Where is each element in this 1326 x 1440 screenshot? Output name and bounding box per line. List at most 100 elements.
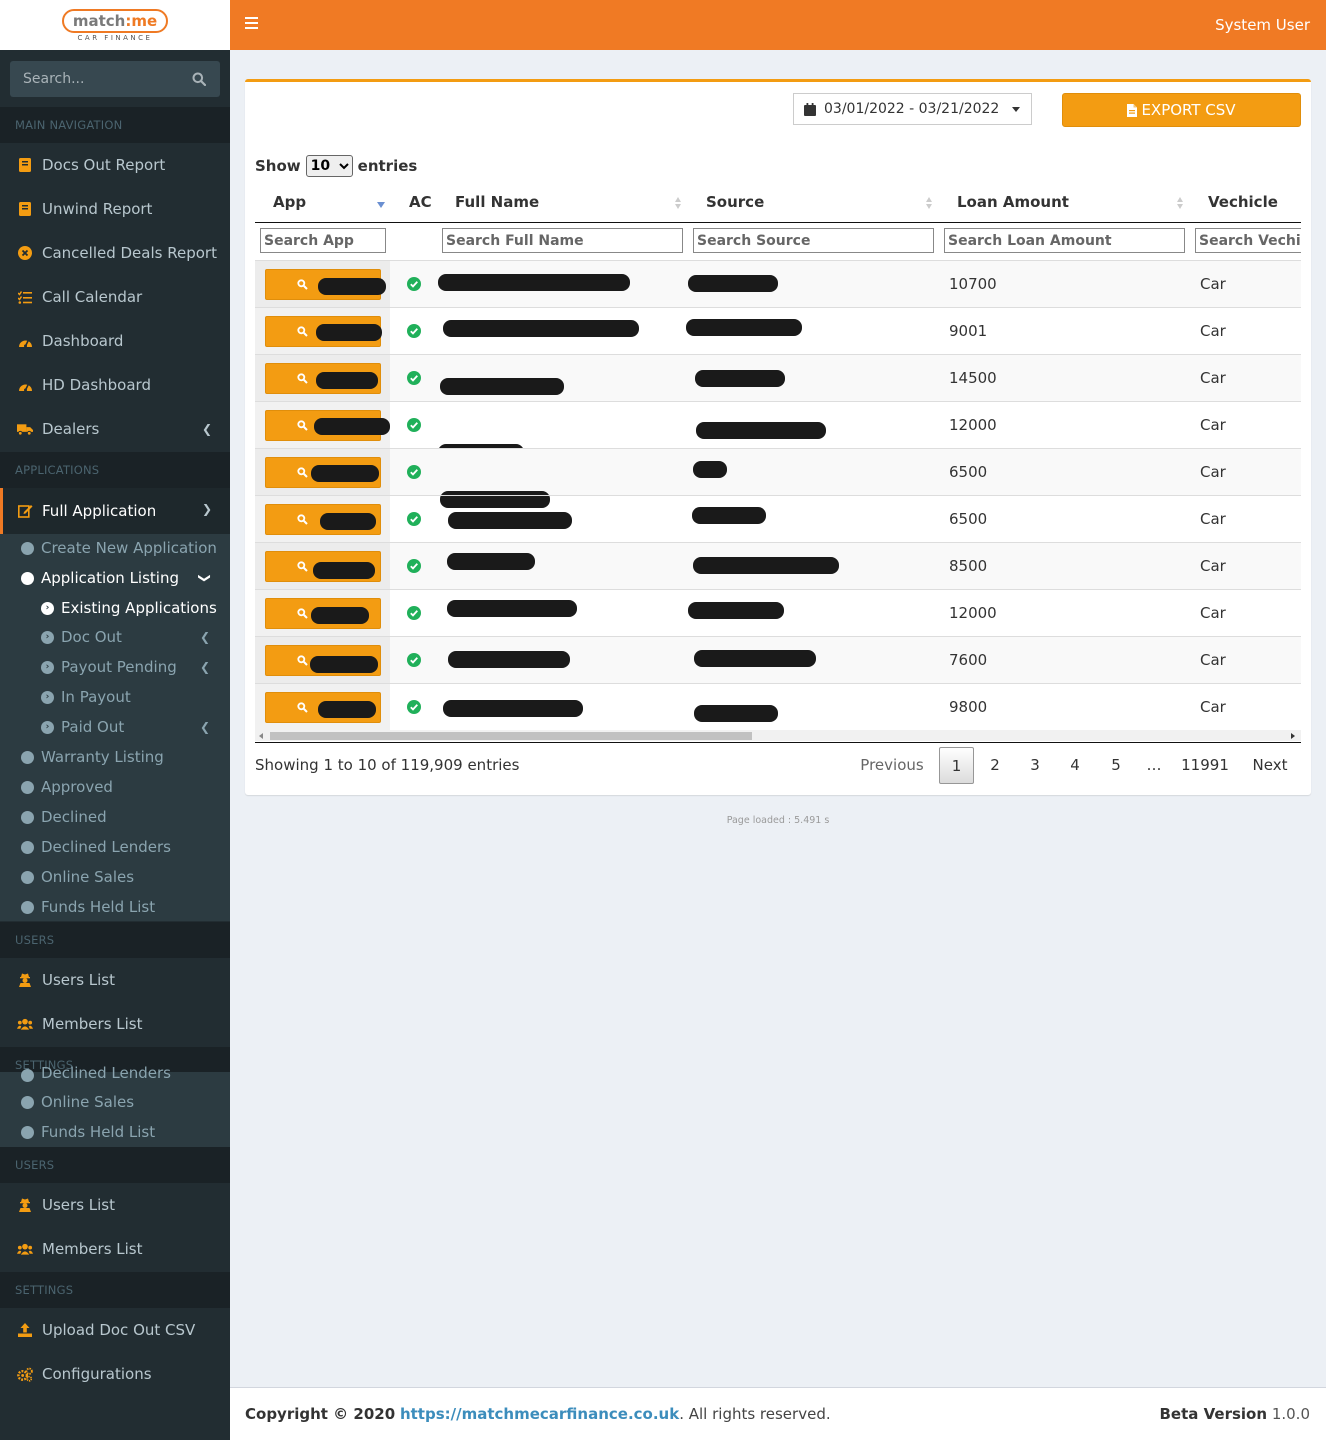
nav-users-list[interactable]: Users List bbox=[0, 958, 230, 1002]
view-application-button[interactable] bbox=[265, 410, 390, 441]
export-csv-label: EXPORT CSV bbox=[1141, 101, 1236, 119]
nav-cancelled-deals-report[interactable]: Cancelled Deals Report bbox=[0, 231, 230, 275]
show-label: Show bbox=[255, 157, 301, 175]
column-header-app[interactable]: App bbox=[273, 185, 306, 222]
app-cell bbox=[255, 684, 390, 730]
nav-users-list[interactable]: Users List bbox=[0, 1183, 230, 1227]
hamburger-menu-icon[interactable] bbox=[245, 17, 258, 31]
pagination-last-page[interactable]: 11991 bbox=[1178, 747, 1232, 784]
search-icon bbox=[297, 702, 308, 713]
pagination-page-2[interactable]: 2 bbox=[979, 747, 1011, 784]
column-header-vehicle[interactable]: Vechicle bbox=[1208, 185, 1278, 222]
table-row: 12000 Car bbox=[255, 401, 1301, 461]
circle-icon bbox=[21, 750, 34, 764]
nav-full-application[interactable]: Full Application ❯ bbox=[0, 488, 230, 534]
nav-members-list[interactable]: Members List bbox=[0, 1227, 230, 1271]
redacted-source bbox=[693, 557, 839, 574]
nav-configurations[interactable]: Configurations bbox=[0, 1352, 230, 1396]
view-application-button[interactable] bbox=[265, 598, 381, 629]
export-csv-button[interactable]: EXPORT CSV bbox=[1062, 93, 1301, 127]
table-row: 8500 Car bbox=[255, 542, 1301, 589]
sub-application-listing[interactable]: Application Listing ❯ bbox=[0, 563, 230, 593]
view-application-button[interactable] bbox=[265, 551, 381, 582]
view-application-button[interactable] bbox=[265, 692, 381, 723]
nav-label: Members List bbox=[42, 1015, 143, 1033]
filter-full-name-input[interactable] bbox=[442, 228, 683, 253]
nav-docs-out-report[interactable]: Docs Out Report bbox=[0, 143, 230, 187]
sub-payout-pending[interactable]: › Payout Pending ❮ bbox=[0, 652, 230, 682]
nav-label: Dashboard bbox=[42, 332, 124, 350]
sub-label: Online Sales bbox=[41, 868, 135, 886]
scroll-left-arrow-icon[interactable] bbox=[259, 733, 263, 739]
filter-app-input[interactable] bbox=[260, 228, 386, 253]
top-navbar: System User bbox=[230, 0, 1326, 50]
sub-warranty-listing[interactable]: Warranty Listing bbox=[0, 742, 230, 772]
page-length-select[interactable]: 10 bbox=[305, 155, 353, 177]
pagination-previous[interactable]: Previous bbox=[852, 747, 932, 784]
sub-existing-applications[interactable]: › Existing Applications bbox=[0, 593, 230, 623]
pagination-page-5[interactable]: 5 bbox=[1100, 747, 1132, 784]
circle-icon bbox=[21, 840, 34, 854]
check-circle-icon bbox=[407, 700, 421, 714]
view-application-button[interactable] bbox=[265, 457, 381, 488]
nav-upload-doc-out-csv[interactable]: Upload Doc Out CSV bbox=[0, 1308, 230, 1352]
app-cell bbox=[255, 355, 390, 401]
nav-dealers[interactable]: Dealers ❮ bbox=[0, 407, 230, 451]
calendar-icon bbox=[804, 102, 816, 116]
redacted-app-id bbox=[316, 324, 382, 341]
filter-vehicle-input[interactable] bbox=[1195, 228, 1301, 253]
pagination-next[interactable]: Next bbox=[1243, 747, 1297, 784]
column-header-loan-amount[interactable]: Loan Amount bbox=[957, 185, 1069, 222]
nav-members-list[interactable]: Members List bbox=[0, 1002, 230, 1046]
view-application-button[interactable] bbox=[265, 645, 381, 676]
view-application-button[interactable] bbox=[265, 363, 381, 394]
sub-in-payout[interactable]: › In Payout bbox=[0, 682, 230, 712]
nav-dashboard[interactable]: Dashboard bbox=[0, 319, 230, 363]
sub-approved[interactable]: Approved bbox=[0, 772, 230, 802]
nav-call-calendar[interactable]: Call Calendar bbox=[0, 275, 230, 319]
sub-label: Declined Lenders bbox=[41, 838, 171, 856]
nav-label: Call Calendar bbox=[42, 288, 143, 306]
pagination-page-1[interactable]: 1 bbox=[939, 747, 974, 784]
column-header-source[interactable]: Source bbox=[706, 185, 764, 222]
sub-paid-out[interactable]: › Paid Out ❮ bbox=[0, 712, 230, 742]
sidebar-search-input[interactable] bbox=[10, 61, 220, 97]
sub-declined-lenders[interactable]: Declined Lenders bbox=[0, 1062, 230, 1082]
sub-funds-held-list[interactable]: Funds Held List bbox=[0, 892, 230, 922]
user-menu[interactable]: System User bbox=[1215, 16, 1310, 34]
sub-label: Create New Application bbox=[41, 539, 217, 557]
column-header-ac[interactable]: AC bbox=[409, 185, 432, 222]
horizontal-scrollbar[interactable] bbox=[255, 730, 1301, 741]
logo[interactable]: match:me CAR FINANCE bbox=[0, 0, 230, 50]
pagination-page-4[interactable]: 4 bbox=[1059, 747, 1091, 784]
sub-create-new-application[interactable]: Create New Application bbox=[0, 533, 230, 563]
pagination-page-3[interactable]: 3 bbox=[1019, 747, 1051, 784]
view-application-button[interactable] bbox=[265, 316, 382, 347]
sub-funds-held-list[interactable]: Funds Held List bbox=[0, 1117, 230, 1147]
loan-amount-cell: 6500 bbox=[949, 463, 988, 481]
search-icon[interactable] bbox=[192, 72, 206, 86]
date-range-picker[interactable]: 03/01/2022 - 03/21/2022 bbox=[793, 93, 1032, 125]
book-icon bbox=[17, 201, 33, 217]
filter-source-input[interactable] bbox=[693, 228, 934, 253]
sub-online-sales[interactable]: Online Sales bbox=[0, 862, 230, 892]
user-secret-icon bbox=[17, 972, 33, 988]
vehicle-cell: Car bbox=[1200, 604, 1226, 622]
redacted-full-name bbox=[448, 512, 572, 529]
sub-declined-lenders[interactable]: Declined Lenders bbox=[0, 832, 230, 862]
filter-loan-amount-input[interactable] bbox=[944, 228, 1185, 253]
redacted-source bbox=[696, 422, 826, 439]
view-application-button[interactable] bbox=[265, 269, 386, 300]
sub-online-sales[interactable]: Online Sales bbox=[0, 1087, 230, 1117]
scroll-right-arrow-icon[interactable] bbox=[1291, 733, 1295, 739]
site-link[interactable]: https://matchmecarfinance.co.uk bbox=[400, 1405, 679, 1423]
redacted-app-id bbox=[318, 701, 376, 718]
nav-unwind-report[interactable]: Unwind Report bbox=[0, 187, 230, 231]
sub-doc-out[interactable]: › Doc Out ❮ bbox=[0, 622, 230, 652]
column-header-full-name[interactable]: Full Name bbox=[455, 185, 539, 222]
logo-text: match bbox=[72, 11, 126, 30]
view-application-button[interactable] bbox=[265, 504, 381, 535]
nav-hd-dashboard[interactable]: HD Dashboard bbox=[0, 363, 230, 407]
scrollbar-thumb[interactable] bbox=[270, 732, 752, 740]
version-label: Beta Version bbox=[1159, 1405, 1268, 1423]
